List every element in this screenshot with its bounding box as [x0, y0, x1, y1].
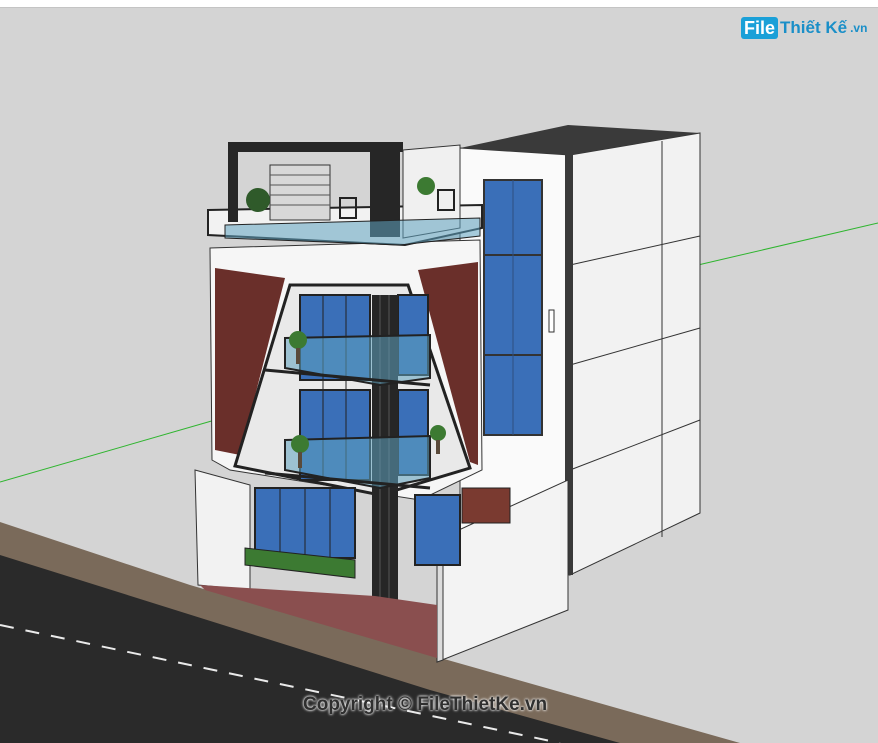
logo-suffix: .vn — [850, 21, 868, 35]
green-axis-left — [0, 419, 216, 483]
filethietke-logo[interactable]: File Thiết Kế .vn — [741, 14, 867, 42]
ground-glass-side — [414, 494, 461, 566]
model-geometry — [430, 425, 446, 441]
building-3d-model[interactable] — [0, 0, 878, 743]
pergola-post — [228, 142, 238, 222]
roof-louvre — [269, 164, 331, 221]
boundary-wall-left — [194, 469, 251, 591]
model-geometry — [298, 452, 302, 468]
model-geometry — [436, 440, 440, 454]
copyright-text: Copyright © FileThietKe.vn — [303, 694, 548, 715]
logo-text: Thiết Kế — [780, 18, 848, 37]
right-block-side — [569, 132, 701, 576]
model-geometry — [296, 348, 300, 364]
sketchup-viewport[interactable]: File Thiết Kế .vn Copyright © FileThietK… — [0, 0, 878, 743]
plant-icon — [417, 177, 435, 195]
entry-door — [461, 487, 511, 524]
model-geometry — [246, 188, 270, 212]
door-handle — [548, 309, 555, 333]
model-geometry — [291, 435, 309, 453]
model-geometry — [417, 177, 435, 195]
green-axis-right — [697, 222, 878, 266]
plant-icon — [246, 188, 270, 212]
model-geometry — [289, 331, 307, 349]
logo-file-badge: File — [741, 17, 779, 39]
